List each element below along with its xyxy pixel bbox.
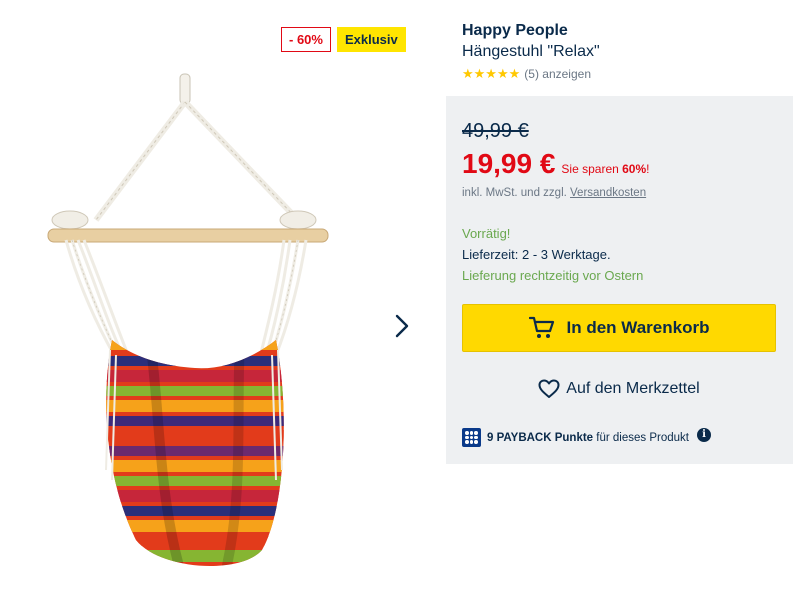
- cart-icon: [528, 316, 554, 338]
- add-to-wishlist-button[interactable]: Auf den Merkzettel: [462, 376, 776, 402]
- heart-icon: [538, 379, 560, 398]
- badge-group: - 60% Exklusiv: [281, 27, 406, 52]
- stock-status: Vorrätig!: [462, 226, 511, 241]
- savings-text: Sie sparen 60%!: [561, 162, 650, 176]
- info-icon[interactable]: i: [696, 427, 711, 442]
- add-to-cart-button[interactable]: In den Warenkorb: [462, 304, 776, 352]
- rating-link[interactable]: (5) anzeigen: [524, 67, 591, 81]
- easter-delivery-note: Lieferung rechtzeitig vor Ostern: [462, 268, 644, 283]
- delivery-time: Lieferzeit: 2 - 3 Werktage.: [462, 247, 611, 262]
- add-to-wishlist-label: Auf den Merkzettel: [566, 380, 700, 397]
- product-brand[interactable]: Happy People: [462, 22, 568, 40]
- shipping-costs-link[interactable]: Versandkosten: [570, 187, 646, 199]
- payback-text: 9 PAYBACK Punkte für dieses Produkt: [487, 431, 689, 444]
- product-image[interactable]: [40, 70, 340, 580]
- exclusive-badge: Exklusiv: [336, 27, 406, 52]
- current-price: 19,99 €: [462, 148, 556, 179]
- rating-stars-icon: ★★★★★: [462, 66, 521, 81]
- payback-points: 9 PAYBACK Punkte: [487, 431, 594, 444]
- old-price: 49,99 €: [462, 120, 529, 142]
- product-title: Hängestuhl "Relax": [462, 43, 600, 60]
- buy-box: 49,99 € 19,99 € Sie sparen 60%! inkl. Mw…: [446, 96, 793, 464]
- price-row: 19,99 € Sie sparen 60%!: [462, 148, 650, 180]
- add-to-cart-label: In den Warenkorb: [566, 318, 710, 337]
- rating-summary[interactable]: ★★★★★ (5) anzeigen: [462, 66, 591, 82]
- product-gallery: - 60% Exklusiv: [0, 0, 430, 589]
- payback-info: 9 PAYBACK Punkte für dieses Produkt i: [462, 427, 711, 447]
- savings-percent: 60%: [622, 162, 647, 176]
- chevron-right-icon: [395, 314, 409, 338]
- payback-logo-icon: [462, 428, 481, 447]
- tax-note: inkl. MwSt. und zzgl. Versandkosten: [462, 187, 647, 199]
- next-image-button[interactable]: [388, 310, 416, 342]
- discount-badge: - 60%: [281, 27, 331, 52]
